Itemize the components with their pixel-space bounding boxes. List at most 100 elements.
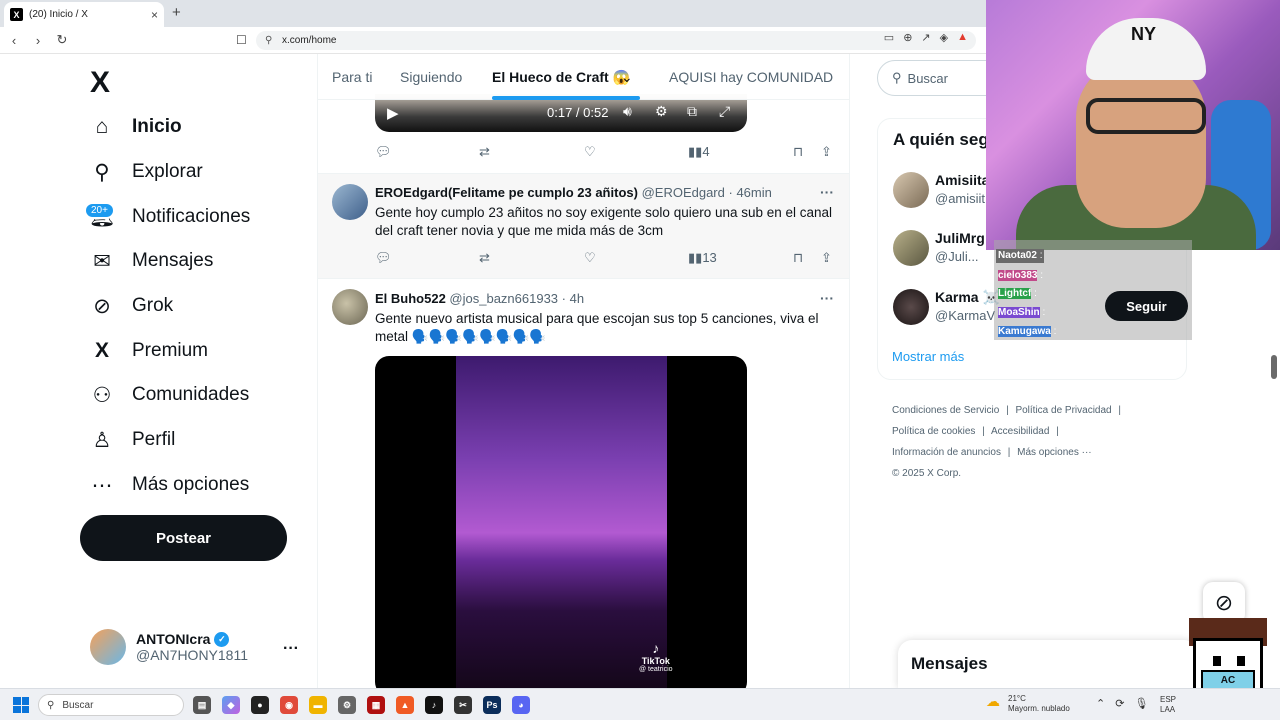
author-name[interactable]: EROEdgard(Felitame pe cumplo 23 añitos) — [375, 185, 638, 200]
post-button[interactable]: Postear — [80, 515, 287, 561]
author-handle[interactable]: @jos_bazn661933 — [449, 291, 558, 306]
nav-premium[interactable]: X Premium — [90, 336, 208, 366]
bookmark-icon[interactable]: ⊓ — [793, 250, 803, 266]
chevron-down-icon[interactable]: ⌄ — [621, 69, 633, 86]
nav-grok[interactable]: ⊘ Grok — [90, 291, 173, 321]
new-tab-button[interactable]: + — [172, 4, 181, 21]
like-icon[interactable]: ♡ — [584, 250, 596, 266]
extensions-icon[interactable]: ◈ — [940, 31, 948, 44]
avatar[interactable] — [893, 172, 929, 208]
tweet[interactable]: EROEdgard(Felitame pe cumplo 23 añitos) … — [318, 174, 849, 278]
folder-icon[interactable]: ▬ — [309, 696, 327, 714]
footer-link[interactable]: Accesibilidad — [991, 426, 1049, 437]
views-icon[interactable]: ▮▮ 4 — [688, 144, 710, 160]
account-switcher[interactable]: ANTONIcra ✓ @AN7HONY1811 — [90, 629, 248, 665]
share-icon[interactable]: ↗ — [921, 31, 930, 44]
taskbar-search[interactable]: ⚲ Buscar — [38, 694, 184, 716]
tweet-more-icon[interactable]: ··· — [820, 290, 834, 306]
reader-icon[interactable]: ▭ — [884, 31, 894, 44]
tiktok-user: @ teatricio — [639, 666, 673, 673]
url-field[interactable]: ⚲ x.com/home — [256, 31, 976, 50]
show-more-link[interactable]: Mostrar más — [892, 349, 964, 364]
bookmark-icon[interactable]: ⊓ — [793, 144, 803, 160]
tray-app-icon[interactable]: ⟳ — [1115, 697, 1124, 710]
back-icon[interactable]: ‹ — [4, 33, 24, 48]
tab-aquisi-hay-comunidad[interactable]: AQUISI hay COMUNIDAD — [669, 69, 833, 85]
share-icon[interactable]: ⇪ — [821, 250, 832, 266]
like-icon[interactable]: ♡ — [584, 144, 596, 160]
nav-explorar[interactable]: ⚲ Explorar — [90, 157, 202, 187]
footer-link[interactable]: Política de cookies — [892, 426, 975, 437]
pip-icon[interactable]: ⧉ — [687, 103, 697, 120]
scrollbar[interactable] — [1271, 355, 1277, 379]
app-icon[interactable]: ● — [251, 696, 269, 714]
tweet-time[interactable]: · 4h — [562, 291, 584, 306]
search-icon: ⚲ — [892, 70, 902, 85]
suggestion-name[interactable]: Karma ☠️ — [935, 289, 1000, 306]
footer-link[interactable]: Más opciones ··· — [1017, 447, 1091, 458]
nav-comunidades[interactable]: ⚇ Comunidades — [90, 380, 250, 410]
photoshop-icon[interactable]: Ps — [483, 696, 501, 714]
fullscreen-icon[interactable]: ⤢ — [719, 103, 730, 120]
tweet-video[interactable]: ♪ TikTok @ teatricio — [375, 356, 747, 688]
tray-chevron-icon[interactable]: ⌃ — [1096, 697, 1105, 710]
author-name[interactable]: El Buho522 — [375, 291, 446, 306]
tweet-time[interactable]: · 46min — [729, 185, 772, 200]
forward-icon[interactable]: › — [28, 33, 48, 48]
messages-drawer[interactable]: Mensajes — [898, 640, 1198, 688]
taskbar: ⚲ Buscar ▤ ◆ ● ◉ ▬ ⚙ ▦ ▲ ♪ ✂ Ps ◕ ☁ 21°C… — [0, 688, 1280, 720]
suggestion-name[interactable]: Amisiita — [935, 172, 989, 188]
app-icon[interactable]: ▦ — [367, 696, 385, 714]
suggestion-name[interactable]: JuliMrg — [935, 230, 985, 246]
mic-icon[interactable]: 🎙︎ — [1134, 697, 1148, 710]
retweet-icon[interactable]: ⇄ — [479, 250, 490, 266]
views-icon[interactable]: ▮▮ 13 — [688, 250, 717, 266]
settings-icon[interactable]: ⚙ — [655, 103, 668, 120]
nav-mas-opciones[interactable]: ⋯ Más opciones — [90, 470, 250, 500]
weather-widget[interactable]: ☁ 21°C Mayorm. nublado — [986, 694, 1070, 714]
volume-icon[interactable]: 🔊︎ — [623, 103, 632, 120]
settings-icon[interactable]: ⚙ — [338, 696, 356, 714]
share-icon[interactable]: ⇪ — [821, 144, 832, 160]
discord-icon[interactable]: ◕ — [512, 696, 530, 714]
retweet-icon[interactable]: ⇄ — [479, 144, 490, 160]
capcut-icon[interactable]: ✂ — [454, 696, 472, 714]
avatar[interactable] — [332, 184, 368, 220]
tiktok-icon[interactable]: ♪ — [425, 696, 443, 714]
account-more-icon[interactable]: ··· — [283, 640, 299, 658]
bookmark-page-icon[interactable]: ☐ — [236, 33, 247, 47]
chrome-icon[interactable]: ◉ — [280, 696, 298, 714]
avatar[interactable] — [332, 289, 368, 325]
nav-perfil[interactable]: ♙ Perfil — [90, 425, 176, 455]
chat-sep: : — [1039, 250, 1043, 261]
avatar[interactable] — [893, 289, 929, 325]
tab-para-ti[interactable]: Para ti — [332, 69, 372, 85]
brave-icon[interactable]: ▲ — [396, 696, 414, 714]
browser-tab[interactable]: X (20) Inicio / X × — [4, 2, 164, 27]
author-handle[interactable]: @EROEdgard — [642, 185, 725, 200]
nav-inicio[interactable]: ⌂ Inicio — [90, 112, 182, 142]
footer-link[interactable]: Política de Privacidad — [1015, 405, 1111, 416]
reply-icon[interactable]: 💬︎ — [375, 250, 392, 266]
language-indicator[interactable]: ESP LAA — [1160, 695, 1176, 715]
copilot-icon[interactable]: ◆ — [222, 696, 240, 714]
tab-close-icon[interactable]: × — [151, 8, 158, 22]
nav-mensajes[interactable]: ✉ Mensajes — [90, 246, 213, 276]
x-logo[interactable]: X — [90, 66, 110, 100]
tweet-text: Gente hoy cumplo 23 añitos no soy exigen… — [375, 205, 833, 238]
brave-shield-icon[interactable]: ▲ — [957, 31, 968, 44]
zoom-icon[interactable]: ⊕ — [903, 31, 912, 44]
tab-siguiendo[interactable]: Siguiendo — [400, 69, 462, 85]
footer-link[interactable]: Condiciones de Servicio — [892, 405, 999, 416]
windows-start-icon[interactable] — [13, 697, 29, 713]
tab-el-hueco-de-craft[interactable]: El Hueco de Craft 😱 — [492, 69, 630, 86]
reload-icon[interactable]: ↻ — [52, 32, 72, 48]
play-icon[interactable]: ▶ — [387, 104, 399, 122]
task-view-icon[interactable]: ▤ — [193, 696, 211, 714]
site-info-icon[interactable]: ⚲ — [265, 31, 272, 50]
tweet-more-icon[interactable]: ··· — [820, 184, 834, 200]
avatar[interactable] — [893, 230, 929, 266]
footer-link[interactable]: Información de anuncios — [892, 447, 1001, 458]
follow-button[interactable]: Seguir — [1105, 291, 1188, 321]
reply-icon[interactable]: 💬︎ — [375, 144, 392, 160]
